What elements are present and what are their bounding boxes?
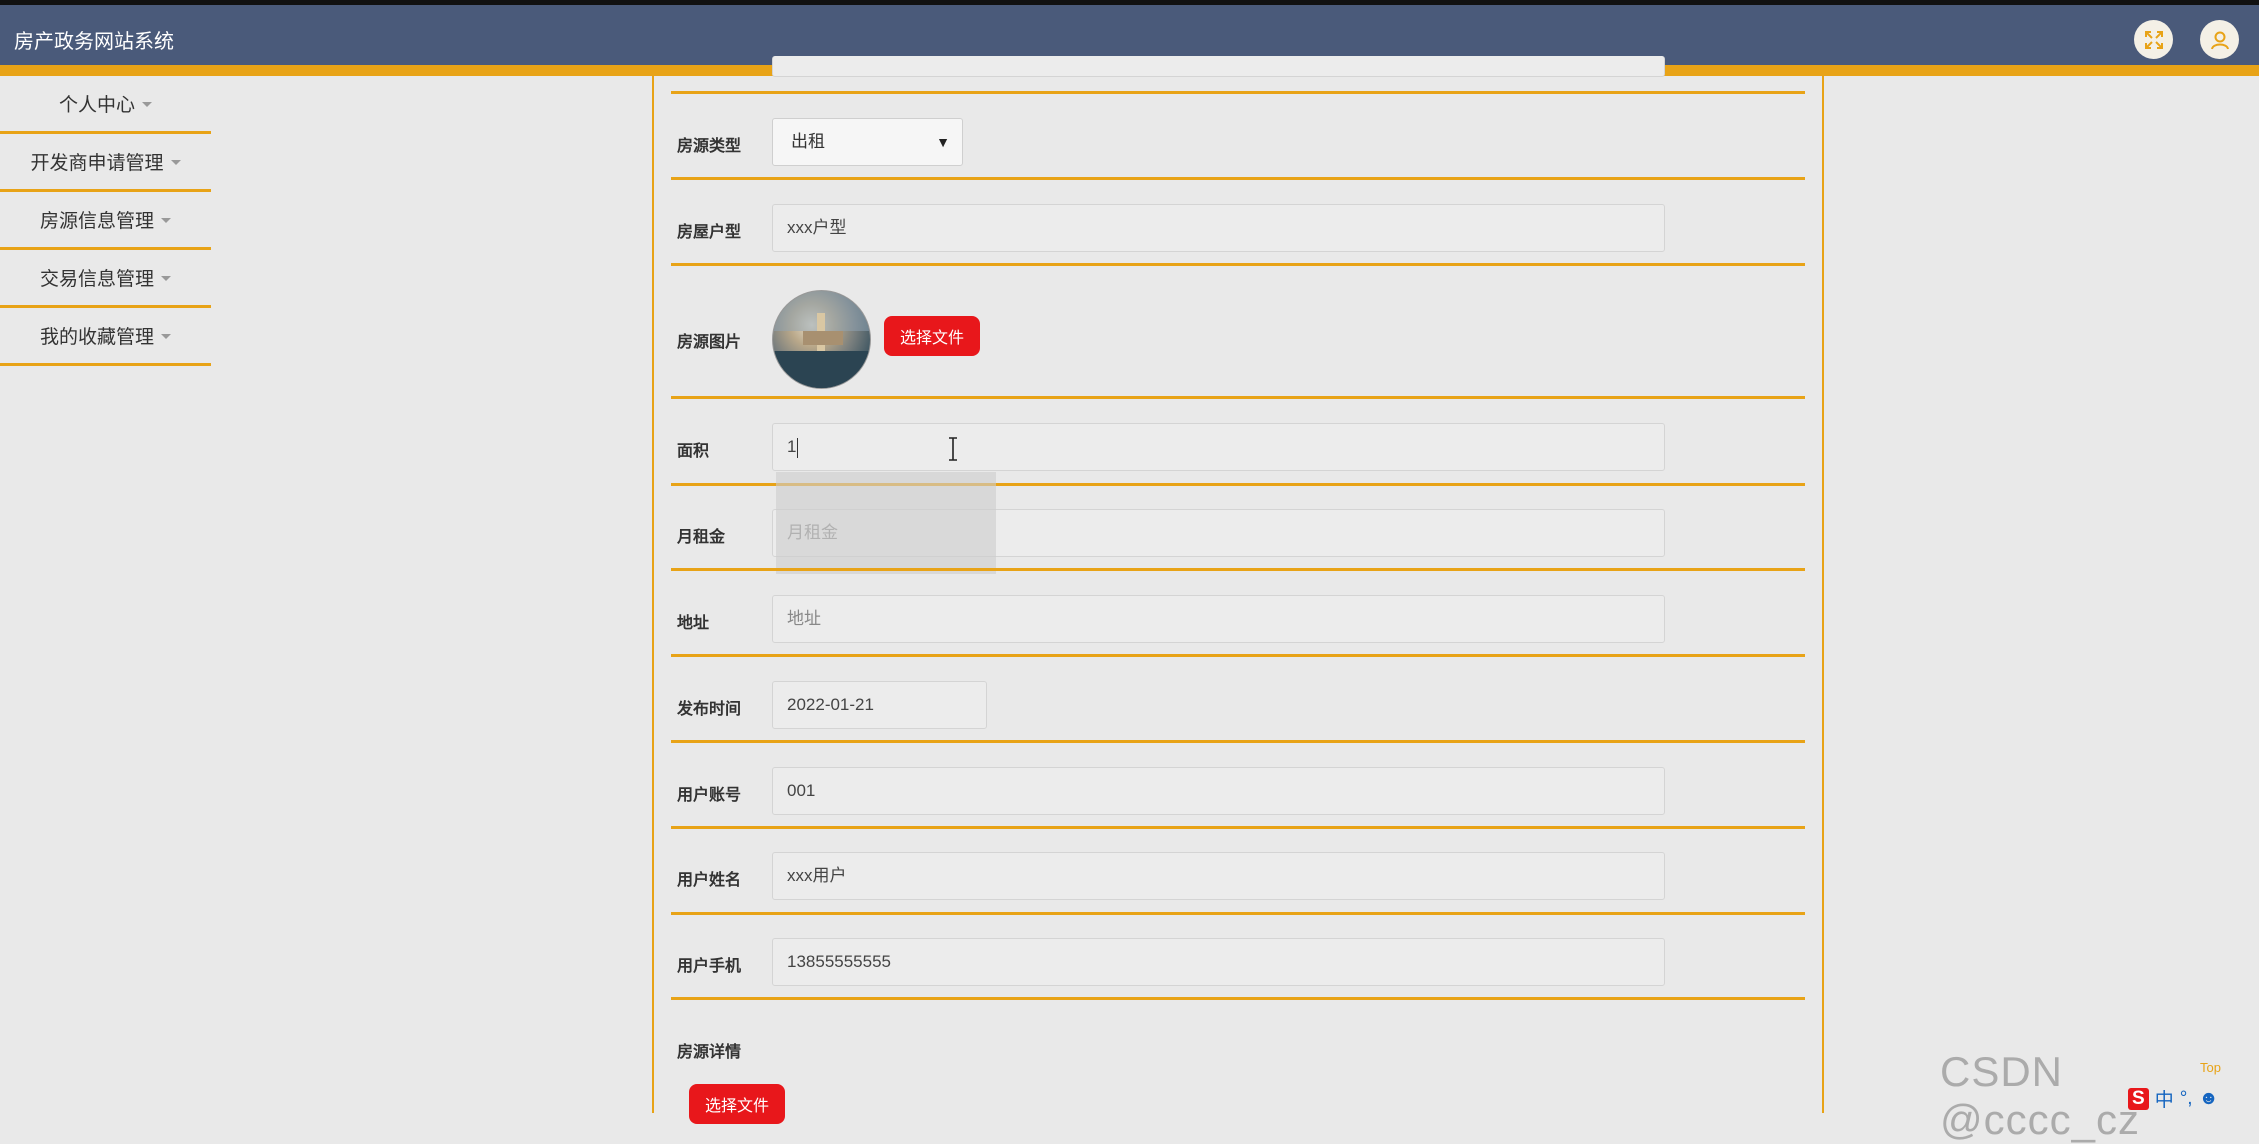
phone-input[interactable]: 13855555555 (772, 938, 1665, 986)
ime-emoji-icon: ☻ (2198, 1087, 2219, 1109)
phone-label: 用户手机 (677, 958, 742, 975)
sidebar-item-favorites-management[interactable]: 我的收藏管理 (0, 308, 211, 366)
choose-details-file-button[interactable]: 选择文件 (689, 1084, 785, 1124)
sidebar-item-developer-applications[interactable]: 开发商申请管理 (0, 134, 211, 192)
area-value: 1 (787, 437, 797, 456)
sidebar: 个人中心 开发商申请管理 房源信息管理 交易信息管理 我的收藏管理 (0, 76, 211, 366)
row-divider (671, 912, 1805, 915)
app-title: 房产政务网站系统 (14, 31, 174, 53)
ime-logo-icon: S (2128, 1087, 2149, 1110)
account-input[interactable]: 001 (772, 767, 1665, 815)
fullscreen-icon[interactable] (2134, 20, 2173, 59)
sidebar-item-label: 个人中心 (58, 95, 135, 116)
ime-mode-text: 中 (2154, 1090, 2174, 1111)
row-divider (671, 997, 1805, 1000)
sidebar-item-label: 开发商申请管理 (30, 153, 164, 174)
area-label: 面积 (677, 443, 710, 460)
layout-label: 房屋户型 (677, 224, 742, 241)
caret-down-icon (161, 276, 171, 281)
row-divider (671, 740, 1805, 743)
house-type-select[interactable]: 出租 ▼ (772, 118, 963, 166)
sidebar-item-label: 房源信息管理 (39, 211, 154, 232)
ime-punctuation-icon: °, (2179, 1087, 2193, 1109)
row-divider (671, 263, 1805, 266)
publish-time-input[interactable]: 2022-01-21 (772, 681, 987, 729)
choose-image-file-button[interactable]: 选择文件 (884, 316, 980, 356)
username-input[interactable]: xxx用户 (772, 852, 1665, 900)
chevron-down-icon: ▼ (936, 134, 950, 150)
caret-down-icon (161, 334, 171, 339)
publish-time-label: 发布时间 (677, 701, 742, 718)
row-divider (671, 177, 1805, 180)
text-caret (797, 437, 799, 458)
row-divider (671, 568, 1805, 571)
row-divider (671, 826, 1805, 829)
caret-down-icon (161, 218, 171, 223)
house-type-label: 房源类型 (677, 138, 742, 155)
sidebar-item-personal-center[interactable]: 个人中心 (0, 76, 211, 134)
house-type-value: 出租 (791, 132, 825, 151)
previous-field-edge (772, 56, 1665, 77)
sidebar-item-transaction-management[interactable]: 交易信息管理 (0, 250, 211, 308)
username-label: 用户姓名 (677, 872, 742, 889)
house-image-thumbnail (772, 290, 871, 389)
row-divider (671, 396, 1805, 399)
rent-label: 月租金 (677, 529, 726, 546)
house-image-label: 房源图片 (677, 334, 742, 351)
user-icon[interactable] (2200, 20, 2239, 59)
sidebar-item-label: 交易信息管理 (39, 269, 154, 290)
layout-input[interactable]: xxx户型 (772, 204, 1665, 252)
area-input[interactable]: 1 (772, 423, 1665, 471)
back-to-top-link[interactable]: Top (2200, 1060, 2221, 1075)
address-label: 地址 (677, 615, 710, 632)
ime-tray: S 中 °, ☻ (2128, 1085, 2219, 1112)
sidebar-item-listing-management[interactable]: 房源信息管理 (0, 192, 211, 250)
caret-down-icon (170, 160, 181, 165)
caret-down-icon (142, 102, 152, 107)
account-label: 用户账号 (677, 787, 742, 804)
details-label: 房源详情 (677, 1044, 742, 1061)
sidebar-item-label: 我的收藏管理 (39, 327, 154, 348)
address-input[interactable]: 地址 (772, 595, 1665, 643)
row-divider (671, 654, 1805, 657)
autocomplete-dropdown-ghost (776, 472, 996, 574)
row-divider (671, 91, 1805, 94)
ibeam-cursor-icon (949, 437, 957, 461)
